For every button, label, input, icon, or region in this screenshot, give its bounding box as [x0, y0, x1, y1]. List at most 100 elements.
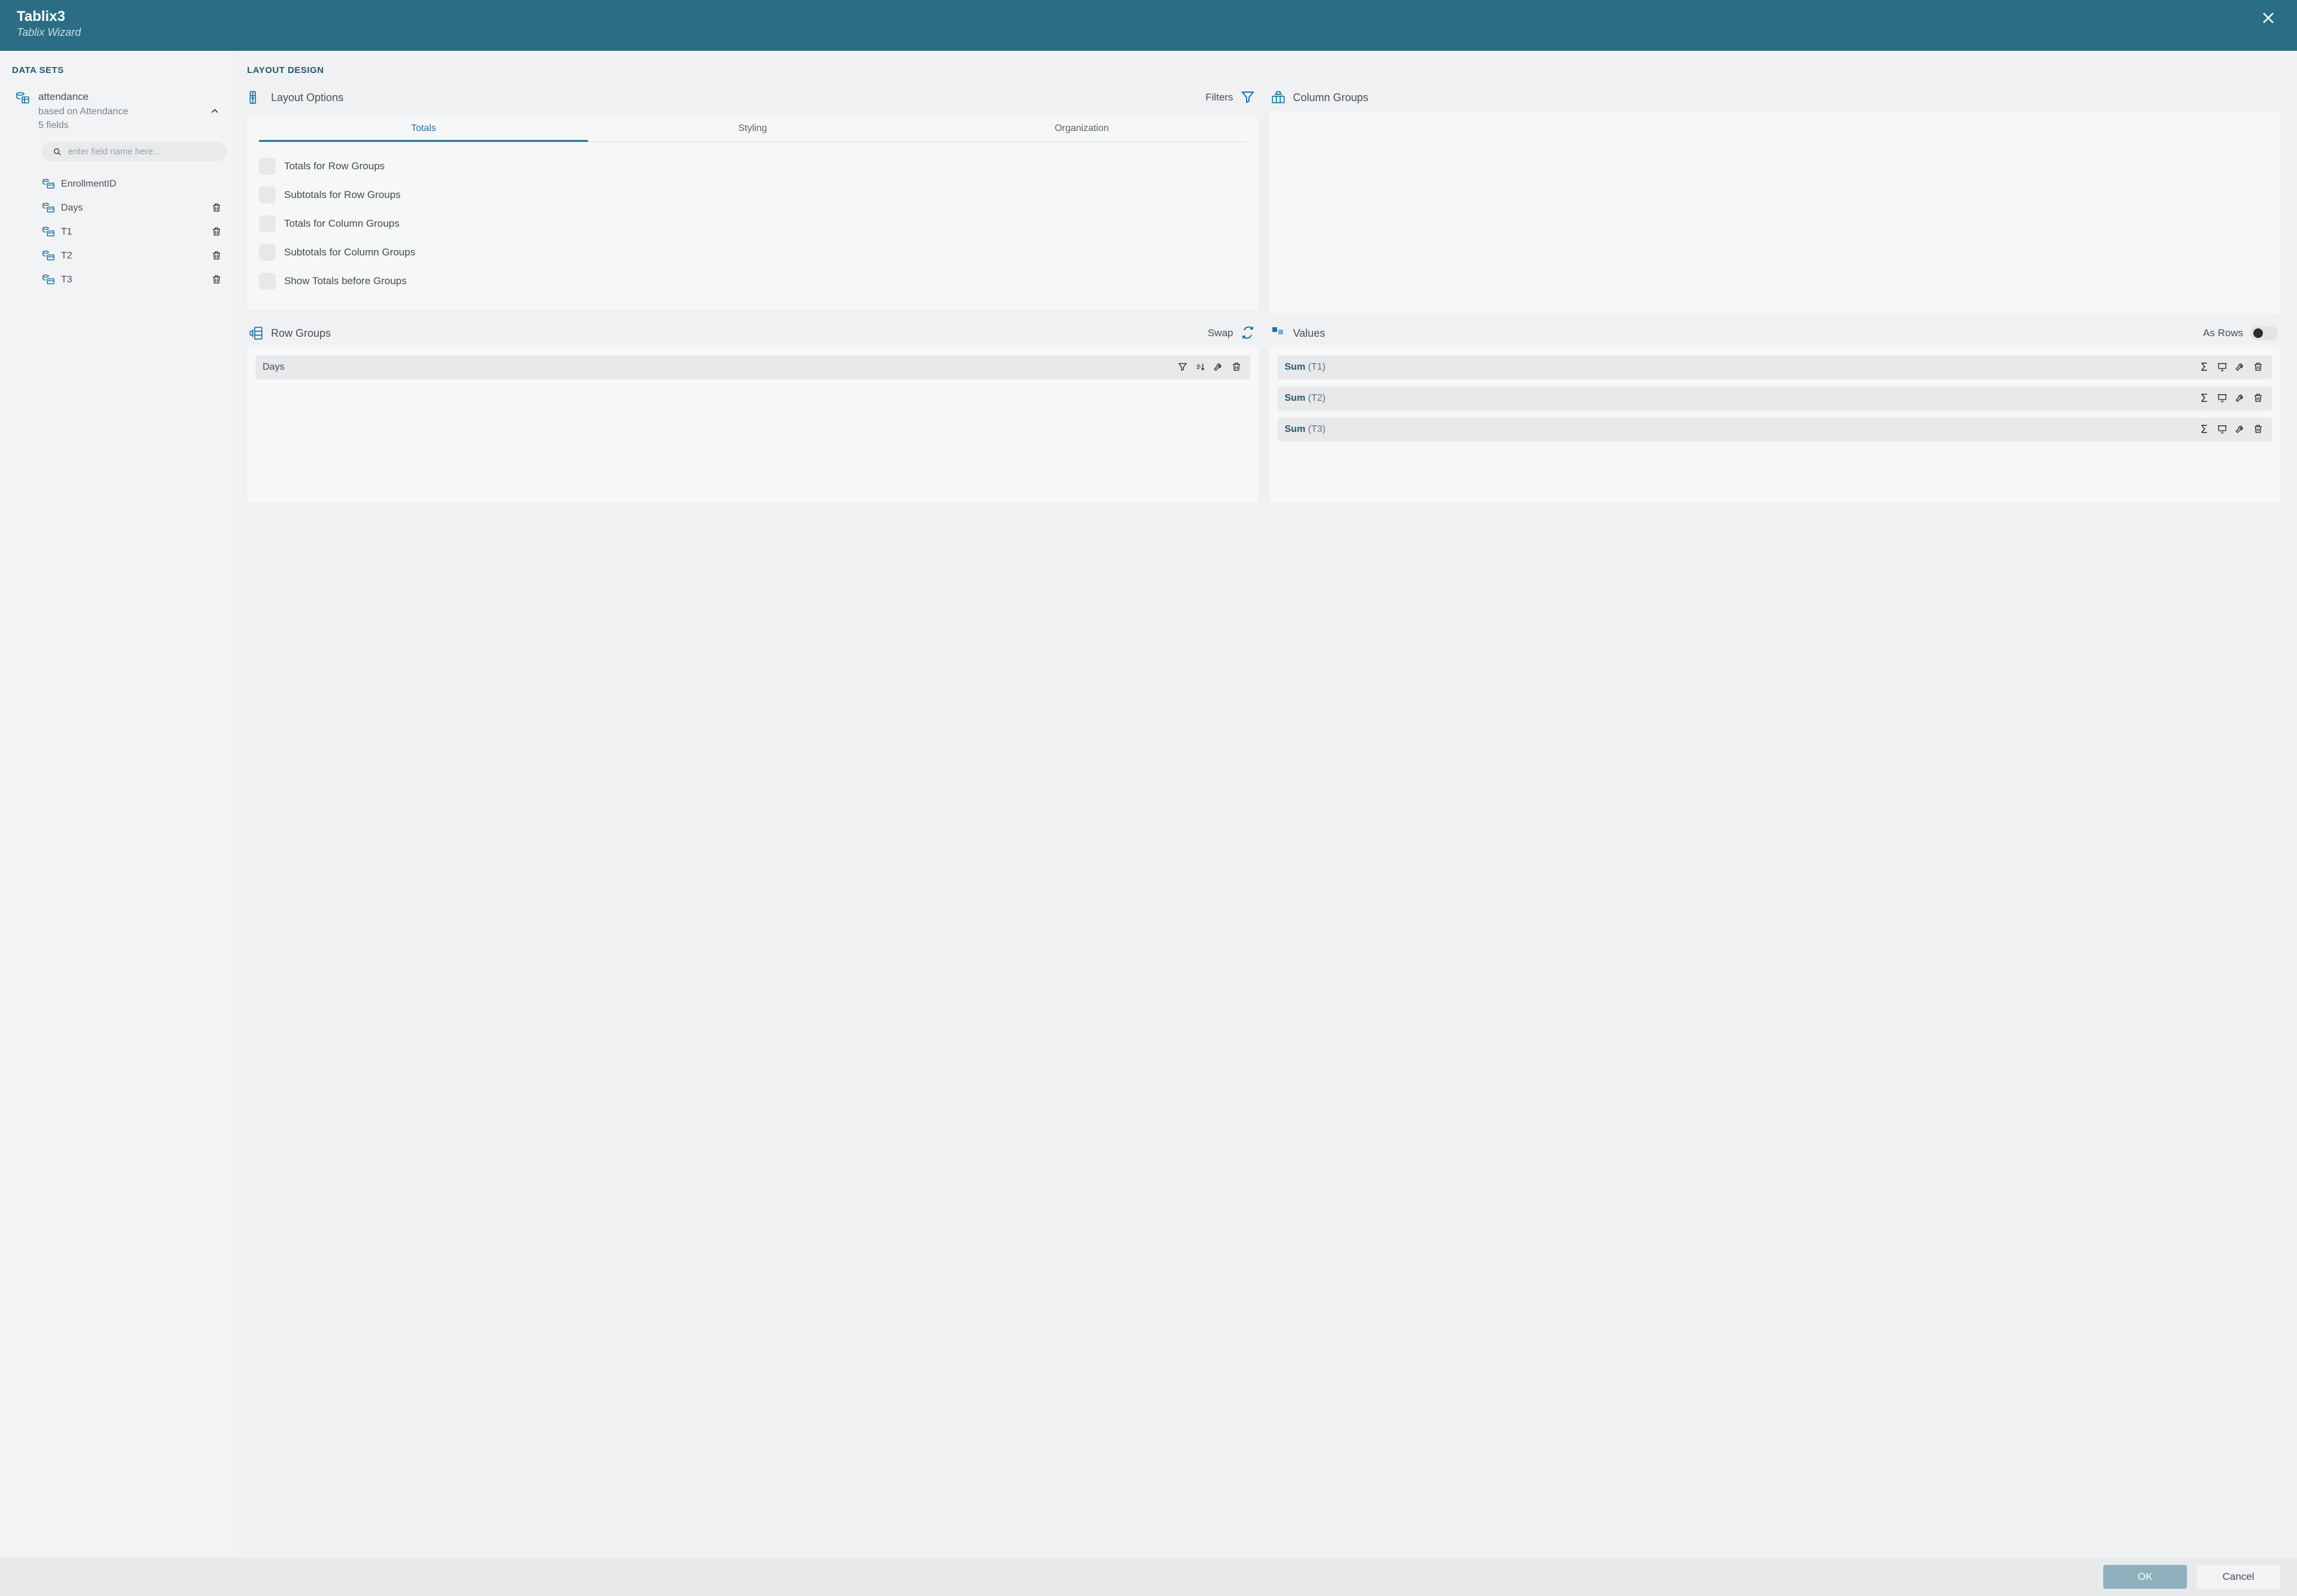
field-search[interactable]	[42, 142, 227, 162]
field-row[interactable]: Days	[42, 196, 227, 220]
trash-icon[interactable]	[211, 226, 223, 238]
row-groups-icon	[248, 325, 264, 341]
layout-design: LAYOUT DESIGN Layout Options Filters	[236, 51, 2297, 1558]
field-icon	[42, 178, 55, 191]
trash-icon[interactable]	[2253, 424, 2265, 435]
filter-icon[interactable]	[1177, 361, 1189, 373]
trash-icon[interactable]	[211, 250, 223, 262]
check-label: Subtotals for Row Groups	[284, 189, 401, 201]
layout-design-title: LAYOUT DESIGN	[247, 65, 2280, 75]
dialog-subtitle: Tablix Wizard	[17, 26, 81, 39]
tab-totals[interactable]: Totals	[259, 117, 588, 142]
ok-button[interactable]: OK	[2103, 1565, 2187, 1589]
row-groups-title: Row Groups	[271, 327, 331, 340]
layout-options-tabs: Totals Styling Organization	[259, 117, 1247, 142]
close-icon[interactable]	[2256, 8, 2280, 28]
layout-options-panel: Layout Options Filters Totals Styling Or…	[247, 89, 1259, 315]
field-search-input[interactable]	[68, 147, 216, 157]
checkbox[interactable]	[259, 273, 276, 290]
value-item[interactable]: Sum (T1)	[1278, 355, 2272, 379]
check-subtotals-row-groups[interactable]: Subtotals for Row Groups	[259, 181, 1247, 209]
tab-styling[interactable]: Styling	[588, 117, 917, 142]
trash-icon[interactable]	[2253, 392, 2265, 404]
value-item-label: Sum (T2)	[1285, 393, 2194, 404]
sigma-icon[interactable]	[2199, 361, 2211, 373]
filters-label[interactable]: Filters	[1205, 92, 1233, 103]
field-label: T1	[61, 227, 205, 237]
titlebar: Tablix3 Tablix Wizard	[0, 0, 2297, 51]
checkbox[interactable]	[259, 244, 276, 261]
tab-organization[interactable]: Organization	[917, 117, 1246, 142]
presentation-icon[interactable]	[2217, 361, 2229, 373]
row-group-item-label: Days	[263, 362, 1171, 373]
sigma-icon[interactable]	[2199, 424, 2211, 435]
column-groups-title: Column Groups	[1293, 92, 1369, 104]
field-icon	[42, 249, 55, 263]
datasets-section-title: DATA SETS	[12, 65, 227, 75]
dataset-icon	[16, 91, 30, 105]
check-label: Totals for Row Groups	[284, 160, 385, 172]
sort-icon[interactable]	[1195, 361, 1207, 373]
field-row[interactable]: T3	[42, 268, 227, 292]
checkbox[interactable]	[259, 158, 276, 175]
values-panel: Values As Rows Sum (T1)	[1269, 324, 2281, 1548]
dataset-fieldcount: 5 fields	[38, 118, 198, 132]
dialog-footer: OK Cancel	[0, 1558, 2297, 1596]
sigma-icon[interactable]	[2199, 392, 2211, 404]
as-rows-toggle[interactable]	[2250, 326, 2278, 340]
trash-icon[interactable]	[211, 274, 223, 286]
datasets-sidebar: DATA SETS attendance based on Attendance…	[0, 51, 236, 1558]
value-item-label: Sum (T3)	[1285, 424, 2194, 435]
wrench-icon[interactable]	[2235, 361, 2247, 373]
column-groups-icon	[1271, 90, 1286, 105]
value-item[interactable]: Sum (T3)	[1278, 418, 2272, 441]
chevron-up-icon[interactable]	[206, 103, 223, 120]
check-label: Show Totals before Groups	[284, 275, 407, 287]
dataset-row[interactable]: attendance based on Attendance 5 fields	[12, 89, 227, 133]
presentation-icon[interactable]	[2217, 392, 2229, 404]
row-group-item[interactable]: Days	[255, 355, 1250, 379]
check-totals-column-groups[interactable]: Totals for Column Groups	[259, 209, 1247, 238]
swap-icon[interactable]	[1241, 325, 1256, 341]
field-label: Days	[61, 203, 205, 214]
field-row[interactable]: EnrollmentID	[42, 172, 227, 196]
field-icon	[42, 202, 55, 215]
check-label: Subtotals for Column Groups	[284, 246, 415, 258]
field-row[interactable]: T2	[42, 244, 227, 268]
checkbox[interactable]	[259, 215, 276, 232]
wrench-icon[interactable]	[2235, 424, 2247, 435]
dataset-basedon: based on Attendance	[38, 105, 198, 118]
check-subtotals-column-groups[interactable]: Subtotals for Column Groups	[259, 238, 1247, 267]
field-icon	[42, 226, 55, 239]
check-show-totals-before-groups[interactable]: Show Totals before Groups	[259, 267, 1247, 296]
layout-options-icon	[248, 90, 264, 105]
column-groups-panel: Column Groups	[1269, 89, 2281, 315]
field-label: EnrollmentID	[61, 179, 223, 190]
as-rows-label: As Rows	[2203, 327, 2243, 339]
trash-icon[interactable]	[1231, 361, 1243, 373]
presentation-icon[interactable]	[2217, 424, 2229, 435]
values-title: Values	[1293, 327, 1326, 340]
trash-icon[interactable]	[211, 202, 223, 214]
filter-icon[interactable]	[1241, 90, 1256, 105]
values-dropzone[interactable]: Sum (T1) Sum (T2)	[1269, 347, 2281, 502]
row-groups-dropzone[interactable]: Days	[247, 347, 1259, 502]
swap-label[interactable]: Swap	[1208, 327, 1233, 339]
row-groups-panel: Row Groups Swap Days	[247, 324, 1259, 1548]
value-item-label: Sum (T1)	[1285, 362, 2194, 373]
value-item[interactable]: Sum (T2)	[1278, 386, 2272, 410]
check-totals-row-groups[interactable]: Totals for Row Groups	[259, 152, 1247, 181]
wrench-icon[interactable]	[1213, 361, 1225, 373]
column-groups-dropzone[interactable]	[1269, 111, 2281, 315]
field-list: EnrollmentID Days	[42, 172, 227, 292]
values-icon	[1271, 325, 1286, 341]
layout-options-title: Layout Options	[271, 92, 343, 104]
field-label: T3	[61, 275, 205, 285]
cancel-button[interactable]: Cancel	[2197, 1565, 2280, 1589]
field-row[interactable]: T1	[42, 220, 227, 244]
checkbox[interactable]	[259, 187, 276, 203]
trash-icon[interactable]	[2253, 361, 2265, 373]
dataset-name: attendance	[38, 90, 198, 105]
wrench-icon[interactable]	[2235, 392, 2247, 404]
field-label: T2	[61, 251, 205, 261]
